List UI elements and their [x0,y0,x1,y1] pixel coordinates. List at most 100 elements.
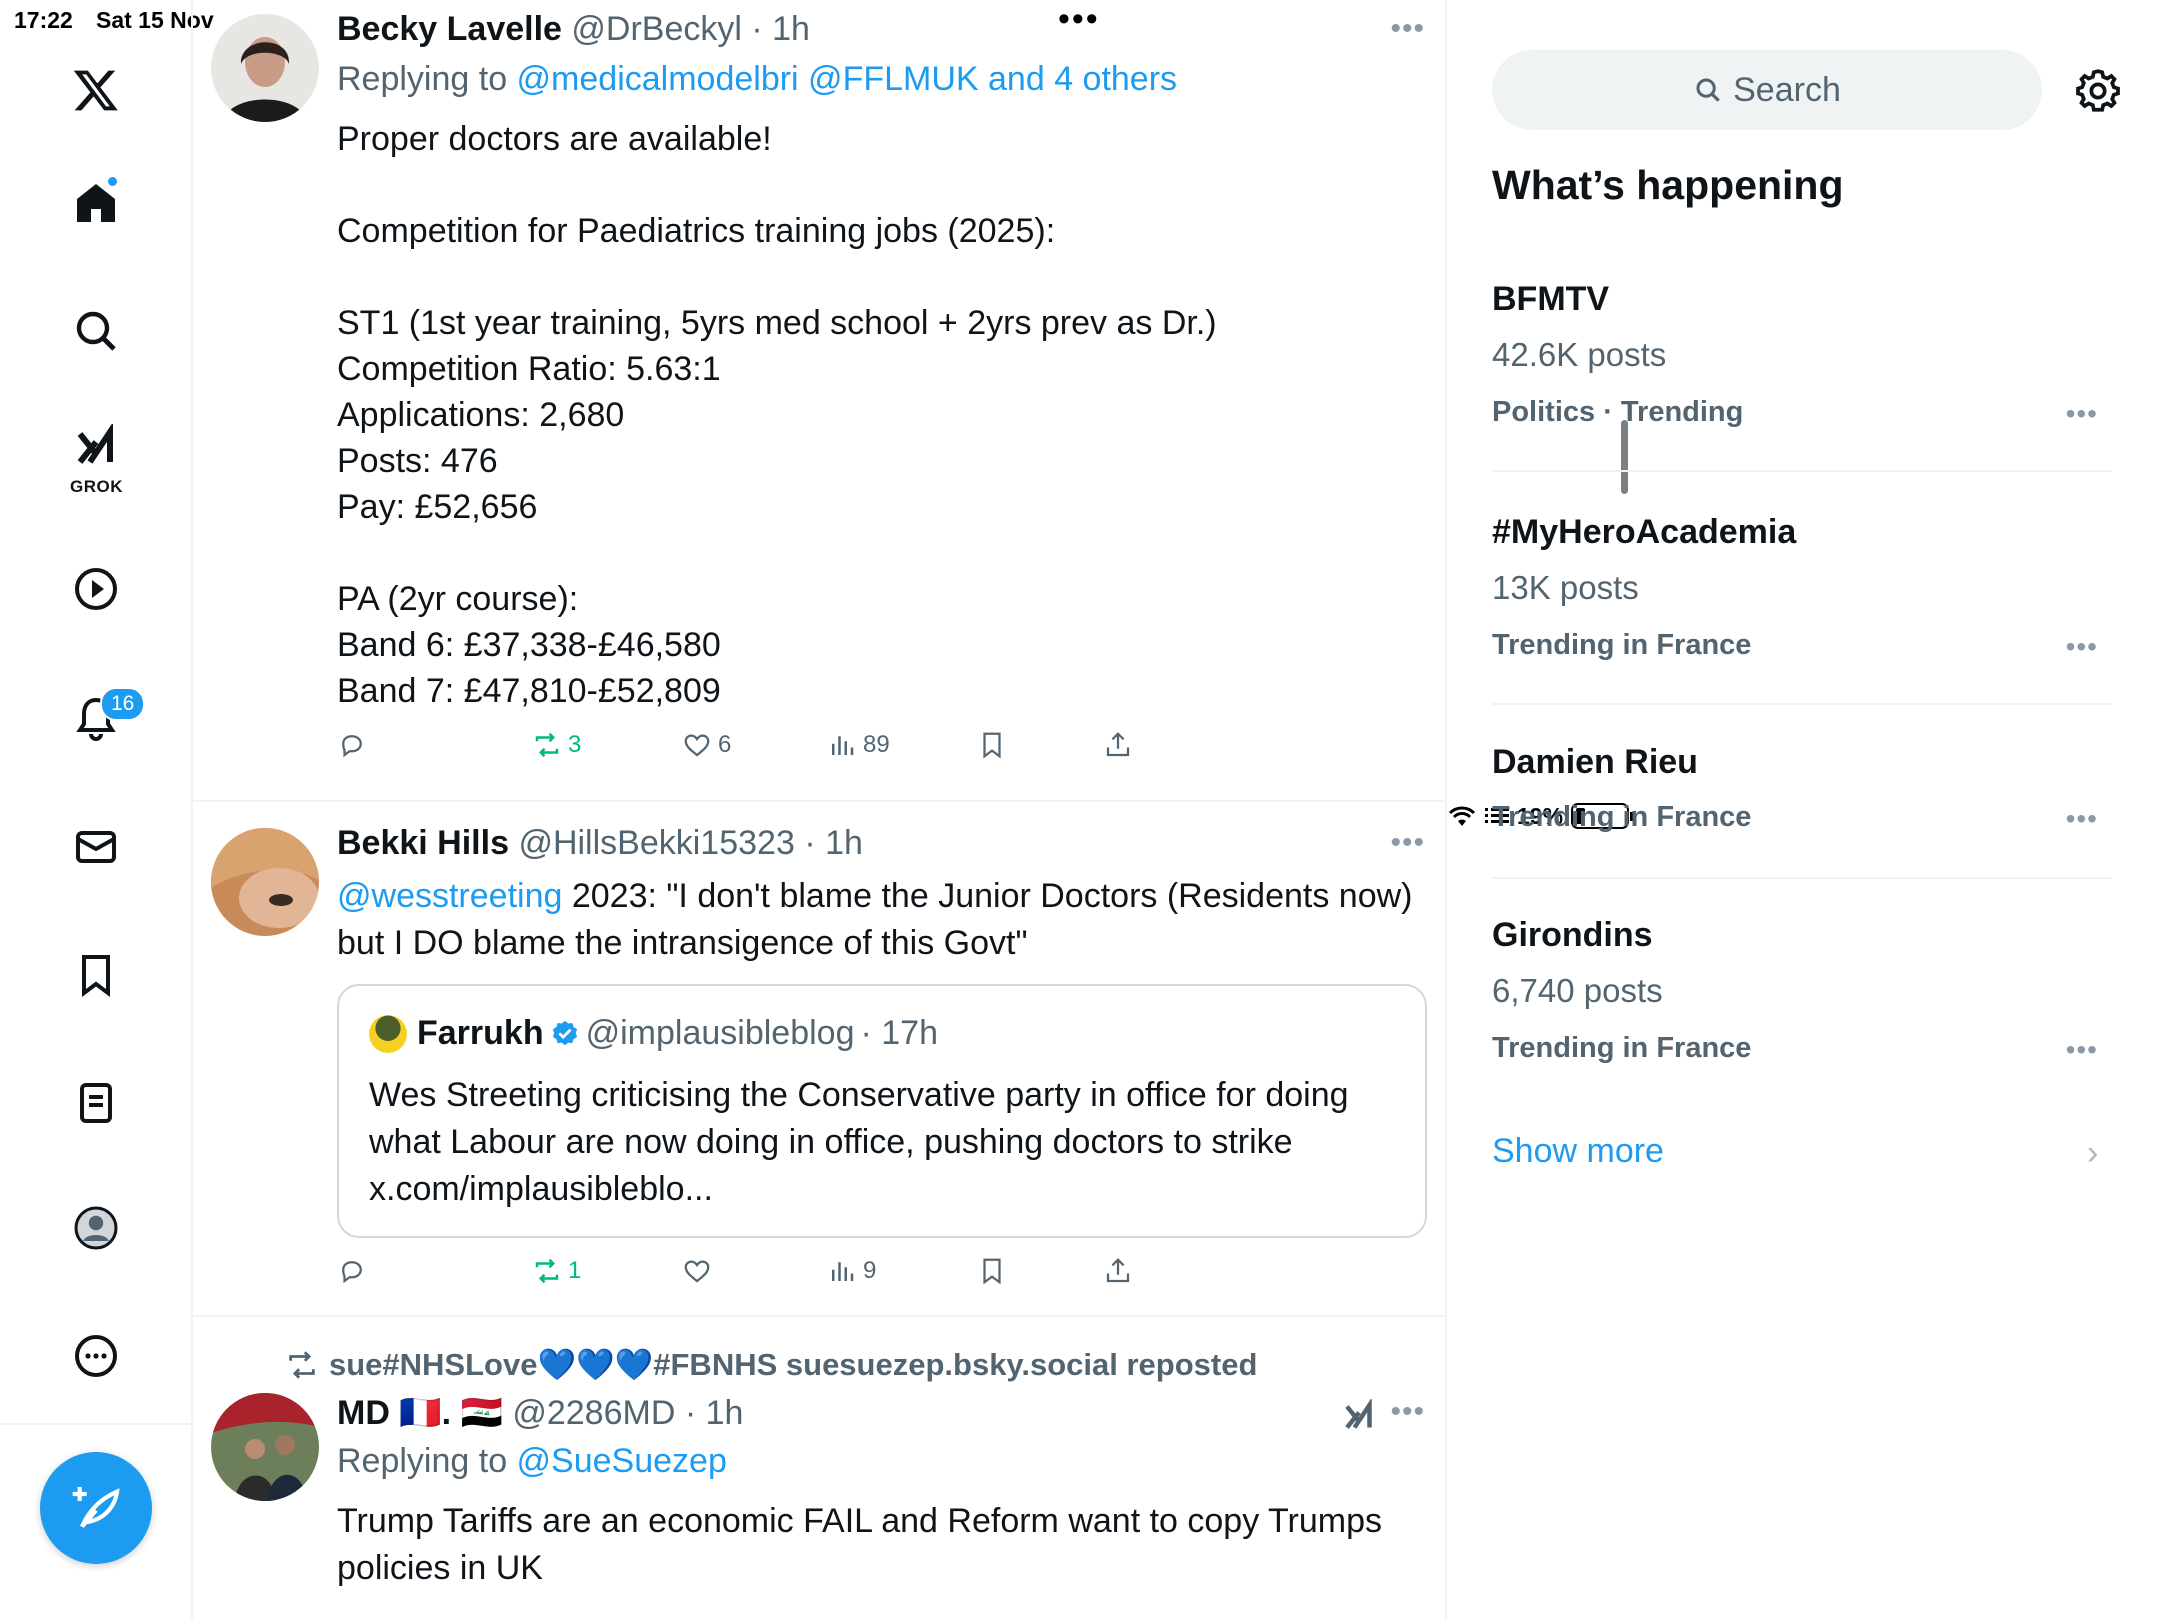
mention-link[interactable]: @wesstreeting [337,877,562,915]
avatar[interactable] [211,14,319,122]
quote-time: · 17h [860,1014,938,1052]
grok-icon[interactable] [68,420,124,476]
trend-category: Politics · Trending [1492,396,1744,428]
right-sidebar: Search What’s happening BFMTV 42.6K post… [1447,0,2160,1620]
like-button[interactable]: 6 [682,730,731,760]
profile-avatar-icon[interactable] [68,1200,124,1256]
tweet-more-icon[interactable]: ••• [1390,1395,1425,1429]
reply-mentions-link[interactable]: @SueSuezep [517,1442,727,1480]
settings-gear-icon[interactable] [2073,66,2123,116]
share-icon [1106,1258,1130,1283]
author-name[interactable]: Bekki Hills [337,824,509,862]
like-count: 6 [718,731,732,758]
trend-more-icon[interactable]: ••• [2066,631,2098,663]
notification-badge: 16 [100,687,146,721]
quote-author-handle: @implausibleblog [585,1014,855,1052]
trend-item[interactable]: BFMTV 42.6K posts Politics · Trending ••… [1492,270,2112,472]
trend-name: Girondins [1492,916,1653,954]
quoted-tweet[interactable]: Farrukh @implausibleblog · 17h Wes Stree… [337,984,1427,1238]
author-handle[interactable]: @DrBeckyl [571,10,742,48]
grok-icon[interactable] [1341,1397,1377,1440]
chevron-right-icon[interactable]: › [2087,1134,2098,1173]
views-chart-icon [832,1262,854,1281]
author-handle[interactable]: @HillsBekki15323 [518,824,794,862]
replying-to: Replying to @medicalmodelbri @FFLMUK and… [337,60,1178,98]
bookmark-icon [983,732,1001,759]
trend-item[interactable]: #MyHeroAcademia 13K posts Trending in Fr… [1492,503,2112,705]
reply-button[interactable] [337,1256,367,1286]
repost-icon [535,732,559,758]
trend-name: #MyHeroAcademia [1492,513,1797,551]
repost-button[interactable]: 3 [532,730,581,760]
bookmark-button[interactable] [977,730,1007,760]
bookmark-button[interactable] [977,1256,1007,1286]
share-button[interactable] [1103,730,1133,760]
reply-button[interactable] [337,730,367,760]
like-button[interactable] [682,1256,718,1286]
repost-count: 3 [568,731,582,758]
trend-more-icon[interactable]: ••• [2066,1034,2098,1066]
search-icon [1696,78,1720,102]
more-options-icon[interactable] [68,1328,124,1384]
repost-icon [289,1350,315,1379]
bookmarks-icon[interactable] [68,947,124,1003]
reposted-by-text[interactable]: sue#NHSLove💙💙💙#FBNHS suesuezep.bsky.soci… [329,1346,1257,1383]
tweet-actions: 1 9 [337,1256,1337,1296]
grok-label: GROK [70,477,123,496]
trend-item[interactable]: Damien Rieu Trending in France ••• [1492,737,2112,879]
lists-icon[interactable] [68,1075,124,1131]
tweet-time: · 1h [684,1394,744,1432]
views-count: 89 [863,731,890,758]
compose-post-button[interactable] [40,1452,152,1564]
x-logo-icon[interactable] [68,62,124,118]
trend-posts: 6,740 posts [1492,972,1663,1009]
tweet-md[interactable]: sue#NHSLove💙💙💙#FBNHS suesuezep.bsky.soci… [193,1317,1447,1620]
quote-text: Wes Streeting criticising the Conservati… [369,1076,1349,1208]
tweet-bekki-hills[interactable]: Bekki Hills @HillsBekki15323 · 1h ••• @w… [193,802,1447,1317]
author-name[interactable]: Becky Lavelle [337,10,562,48]
tweet-more-icon[interactable]: ••• [1390,12,1425,46]
show-more-link[interactable]: Show more [1492,1132,1664,1171]
views-button[interactable]: 9 [827,1256,876,1286]
tweet-more-icon[interactable]: ••• [1390,826,1425,860]
tweet-becky-lavelle[interactable]: Becky Lavelle @DrBeckyl · 1h ••• Replyin… [193,0,1447,802]
avatar[interactable] [211,1393,319,1501]
search-icon[interactable] [68,303,124,359]
trend-posts: 13K posts [1492,569,1639,606]
author-name[interactable]: MD 🇫🇷. 🇮🇶 [337,1394,503,1432]
video-play-icon[interactable] [68,561,124,617]
views-chart-icon [832,736,854,755]
reply-mentions-link[interactable]: @medicalmodelbri @FFLMUK and 4 others [517,60,1178,98]
views-button[interactable]: 89 [827,730,890,760]
repost-count: 1 [568,1257,582,1284]
tweet-text: @wesstreeting 2023: "I don't blame the J… [337,877,1413,962]
trend-posts: 42.6K posts [1492,336,1667,373]
repost-button[interactable]: 1 [532,1256,581,1286]
trend-name: BFMTV [1492,280,1610,318]
avatar[interactable] [211,828,319,936]
share-button[interactable] [1103,1256,1133,1286]
reply-icon [342,735,362,758]
reply-icon [342,1261,362,1284]
whats-happening-title: What’s happening [1492,162,1844,208]
tweet-time: · 1h [804,824,863,862]
trend-item[interactable]: Girondins 6,740 posts Trending in France… [1492,910,2112,1090]
bookmark-icon [983,1258,1001,1285]
trend-more-icon[interactable]: ••• [2066,803,2098,835]
timeline: Becky Lavelle @DrBeckyl · 1h ••• Replyin… [193,0,1628,1620]
author-handle[interactable]: @2286MD [512,1394,675,1432]
reposted-by: sue#NHSLove💙💙💙#FBNHS suesuezep.bsky.soci… [285,1346,1257,1383]
tweet-text: Trump Tariffs are an economic FAIL and R… [337,1502,1383,1587]
search-input[interactable]: Search [1492,50,2042,130]
messages-mail-icon[interactable] [68,819,124,875]
tweet-text: Proper doctors are available! Competitio… [337,120,1217,710]
trend-more-icon[interactable]: ••• [2066,398,2098,430]
trend-category: Trending in France [1492,629,1752,661]
tweet-time: · 1h [751,10,810,48]
heart-icon [684,1260,710,1283]
share-icon [1106,732,1130,757]
search-placeholder: Search [1733,70,1841,109]
trend-category: Trending in France [1492,801,1752,833]
trend-category: Trending in France [1492,1032,1752,1064]
trend-name: Damien Rieu [1492,743,1698,781]
